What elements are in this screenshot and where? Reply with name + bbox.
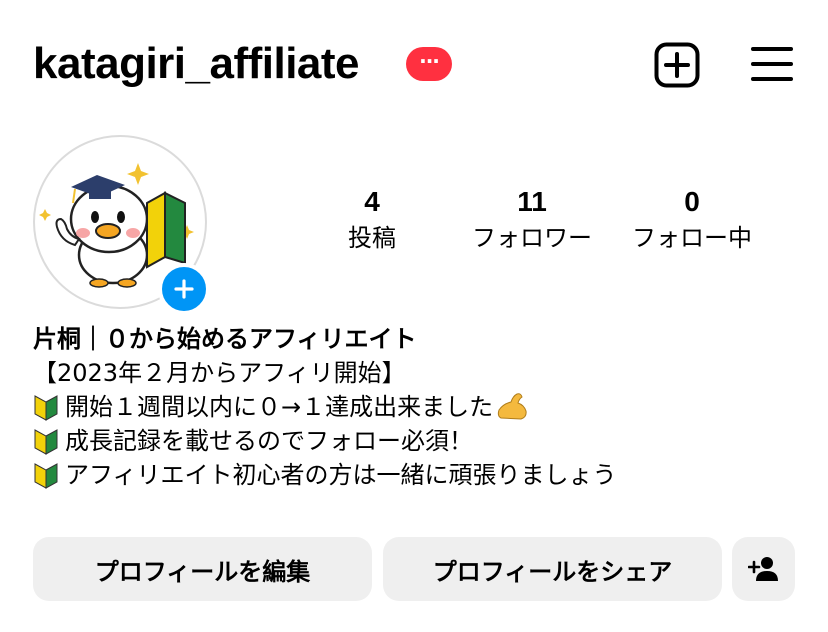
- flexed-biceps-icon: [497, 393, 527, 420]
- notification-badge[interactable]: ···: [406, 47, 452, 81]
- profile-bio: 片桐｜０から始めるアフィリエイト 【2023年２月からアフィリ開始】 開始１週間…: [33, 322, 813, 492]
- stat-followers[interactable]: 11 フォロワー: [447, 184, 617, 254]
- add-person-icon: [747, 557, 778, 581]
- bio-line-text: 【2023年２月からアフィリ開始】: [33, 359, 406, 387]
- stat-following-label: フォロー中: [632, 224, 752, 252]
- bio-line-4: アフィリエイト初心者の方は一緒に頑張りましょう: [33, 458, 813, 492]
- beginner-mark-icon: [34, 463, 58, 489]
- stat-following[interactable]: 0 フォロー中: [607, 184, 777, 254]
- stat-posts-count: 4: [364, 186, 380, 217]
- beginner-mark-icon: [34, 429, 58, 455]
- bio-line-1: 【2023年２月からアフィリ開始】: [33, 356, 813, 390]
- badge-dots: ···: [419, 49, 440, 73]
- bio-line-text: アフィリエイト初心者の方は一緒に頑張りましょう: [65, 461, 617, 489]
- profile-header: katagiri_affiliate ···: [0, 0, 828, 130]
- add-story-button[interactable]: [158, 263, 210, 315]
- bio-line-text: 開始１週間以内に０→１達成出来ました: [65, 393, 494, 421]
- share-profile-button[interactable]: プロフィールをシェア: [383, 537, 722, 601]
- stat-following-count: 0: [684, 186, 700, 217]
- plus-icon: [174, 279, 194, 299]
- display-name: 片桐｜０から始めるアフィリエイト: [33, 325, 417, 353]
- stat-posts[interactable]: 4 投稿: [287, 184, 457, 254]
- edit-profile-button[interactable]: プロフィールを編集: [33, 537, 372, 601]
- username-title[interactable]: katagiri_affiliate: [33, 36, 360, 92]
- hamburger-menu-icon: [751, 47, 793, 81]
- bio-line-3: 成長記録を載せるのでフォロー必須！: [33, 424, 813, 458]
- create-button[interactable]: [654, 42, 700, 88]
- stat-posts-label: 投稿: [348, 224, 396, 252]
- stat-followers-count: 11: [517, 186, 547, 217]
- bio-line-2: 開始１週間以内に０→１達成出来ました: [33, 390, 813, 424]
- stat-followers-label: フォロワー: [472, 224, 592, 252]
- plus-square-icon: [654, 42, 700, 88]
- discover-people-button[interactable]: [732, 537, 795, 601]
- beginner-mark-icon: [34, 395, 58, 421]
- bio-line-text: 成長記録を載せるのでフォロー必須！: [65, 427, 473, 455]
- menu-button[interactable]: [750, 44, 794, 84]
- avatar-container: [33, 135, 210, 315]
